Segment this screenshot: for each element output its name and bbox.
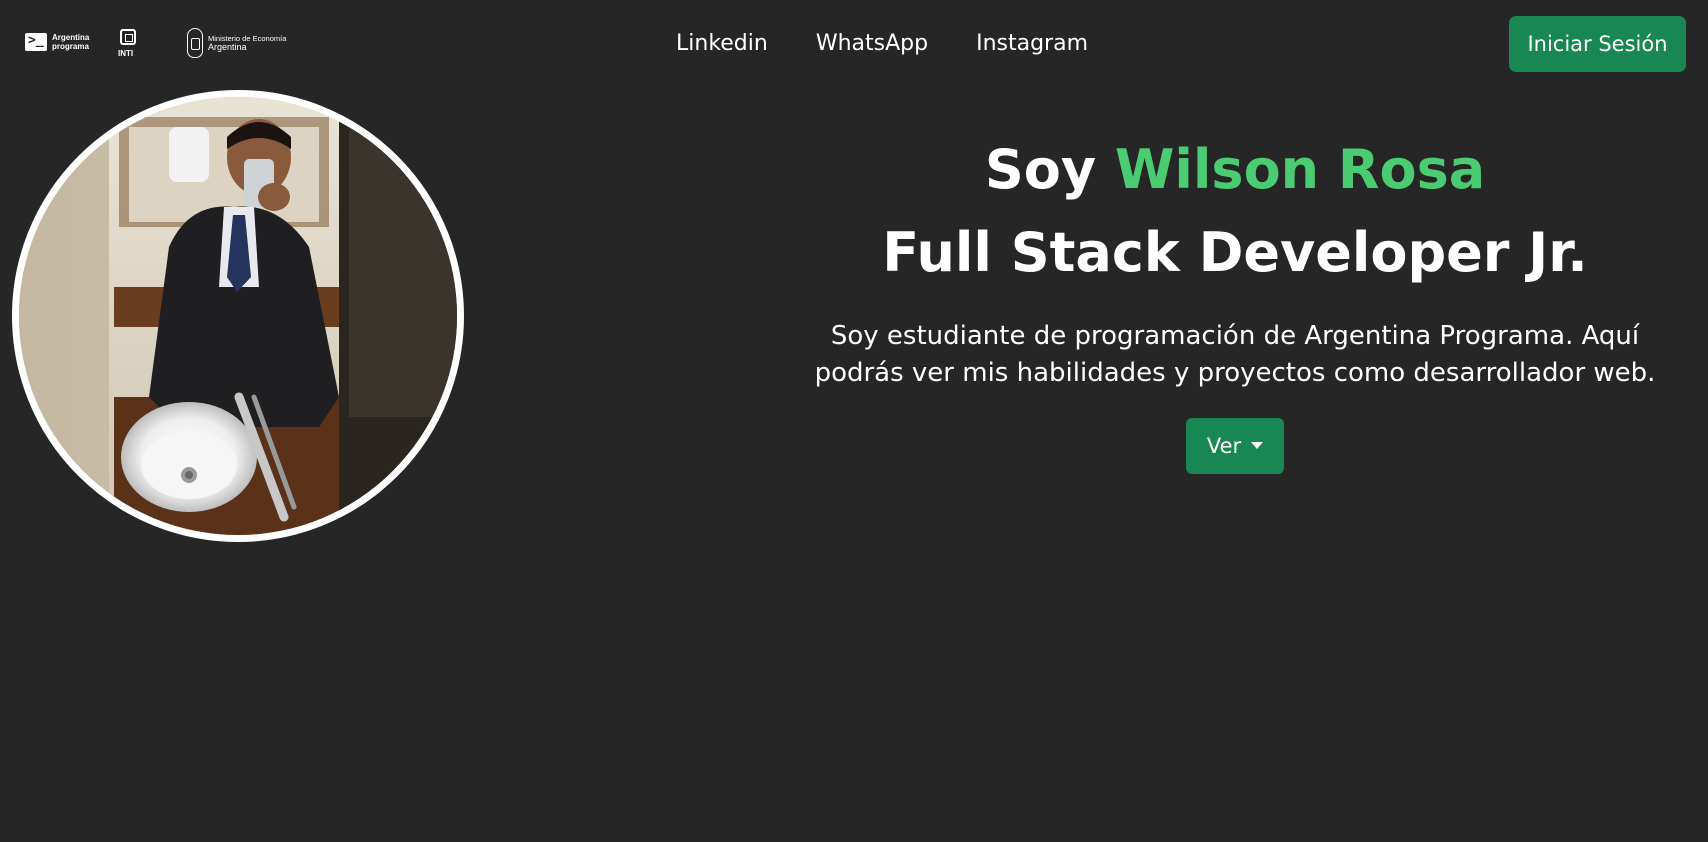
social-nav: Linkedin WhatsApp Instagram (676, 24, 1088, 64)
argentina-programa-logo-text: Argentina programa (52, 33, 90, 51)
caret-down-icon (1251, 441, 1264, 449)
ministerio-logo-text: Ministerio de Economía Argentina (208, 34, 287, 52)
ver-button-label: Ver (1206, 434, 1242, 458)
profile-photo-image (19, 97, 457, 535)
nav-link-instagram[interactable]: Instagram (976, 24, 1088, 64)
argentina-seal-icon (187, 28, 203, 58)
hero-description: Soy estudiante de programación de Argent… (814, 321, 1656, 388)
inti-square-icon (120, 29, 136, 45)
developer-role: Full Stack Developer Jr. (882, 221, 1588, 284)
hero-greeting: Soy Wilson Rosa (780, 130, 1690, 210)
greeting-prefix: Soy (984, 138, 1097, 201)
hero-section: Soy Wilson Rosa Full Stack Developer Jr.… (780, 130, 1690, 474)
ministerio-economia-logo[interactable]: Ministerio de Economía Argentina (161, 26, 286, 62)
argentina-programa-logo[interactable]: >_ Argentina programa (25, 26, 105, 62)
profile-photo (12, 90, 464, 542)
inti-logo-text: INTI (118, 49, 134, 58)
login-button[interactable]: Iniciar Sesión (1509, 16, 1686, 72)
top-navbar: >_ Argentina programa INTI Ministerio de… (0, 0, 1708, 88)
nav-link-whatsapp[interactable]: WhatsApp (816, 24, 928, 64)
inti-logo[interactable]: INTI (116, 26, 146, 62)
developer-name: Wilson Rosa (1114, 138, 1486, 201)
ver-dropdown-button[interactable]: Ver (1186, 418, 1284, 474)
terminal-prompt-icon: >_ (25, 33, 47, 51)
nav-link-linkedin[interactable]: Linkedin (676, 24, 768, 64)
